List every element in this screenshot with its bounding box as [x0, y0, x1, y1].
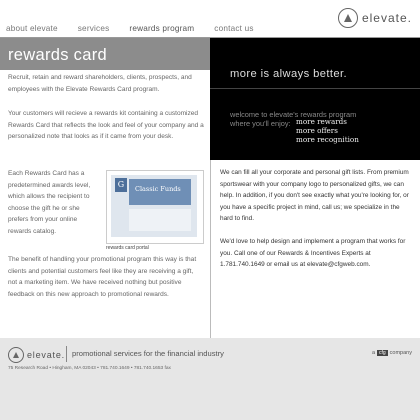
- elevate-logo[interactable]: elevate.: [337, 8, 412, 28]
- triangle-logo-icon: [8, 347, 24, 363]
- right-content: We can fill all your corporate and perso…: [220, 167, 414, 282]
- gift-lists-paragraph: We can fill all your corporate and perso…: [220, 169, 409, 223]
- promo-panel: more is always better. welcome to elevat…: [210, 38, 420, 160]
- footer-logo-text: elevate.: [27, 350, 65, 360]
- footer-address: 75 Research Road • Hingham, MA 02043 • 7…: [8, 366, 171, 371]
- company-suffix: company: [389, 350, 412, 356]
- contact-paragraph: We'd love to help design and implement a…: [220, 237, 406, 269]
- footer-tagline: promotional services for the financial i…: [72, 349, 224, 358]
- title-band: rewards card: [0, 38, 210, 70]
- top-bar: about elevate services rewards program c…: [0, 0, 420, 38]
- footer-logo[interactable]: elevate.: [8, 347, 65, 363]
- footer: elevate. promotional services for the fi…: [0, 338, 420, 420]
- card-caption: rewards card portal: [106, 245, 149, 251]
- logo-text: elevate.: [361, 11, 412, 25]
- kit-paragraph: Your customers will recieve a rewards ki…: [8, 110, 204, 140]
- nav-rewards-program[interactable]: rewards program: [129, 24, 194, 33]
- intro-paragraph: Recruit, retain and reward shareholders,…: [8, 74, 192, 93]
- benefits-list: more rewards more offers more recognitio…: [296, 117, 359, 144]
- main-nav: about elevate services rewards program c…: [6, 24, 274, 33]
- nav-contact-us[interactable]: contact us: [214, 24, 253, 33]
- benefit-paragraph: The benefit of handling your promotional…: [8, 256, 197, 298]
- awards-paragraph: Each Rewards Card has a predetermined aw…: [8, 170, 91, 235]
- card-label: Classic Funds: [135, 185, 181, 193]
- column-divider: [210, 160, 211, 338]
- card-form-area: [129, 209, 191, 231]
- parent-company: a cfg company: [372, 350, 412, 356]
- card-frame: G Classic Funds: [106, 170, 204, 244]
- card-logo: G: [115, 178, 127, 192]
- nav-about-elevate[interactable]: about elevate: [6, 24, 58, 33]
- page-title: rewards card: [8, 46, 107, 64]
- tagline-divider: [210, 88, 420, 89]
- footer-separator: [66, 346, 67, 362]
- triangle-logo-icon: [337, 8, 358, 28]
- benefit-item: more recognition: [296, 134, 359, 144]
- company-prefix: a: [371, 350, 375, 356]
- rewards-card-image[interactable]: G Classic Funds rewards card portal: [106, 170, 204, 251]
- nav-services[interactable]: services: [78, 24, 110, 33]
- tagline: more is always better.: [230, 68, 347, 80]
- cfg-logo: cfg: [377, 350, 388, 356]
- card-screen: G Classic Funds: [111, 175, 197, 237]
